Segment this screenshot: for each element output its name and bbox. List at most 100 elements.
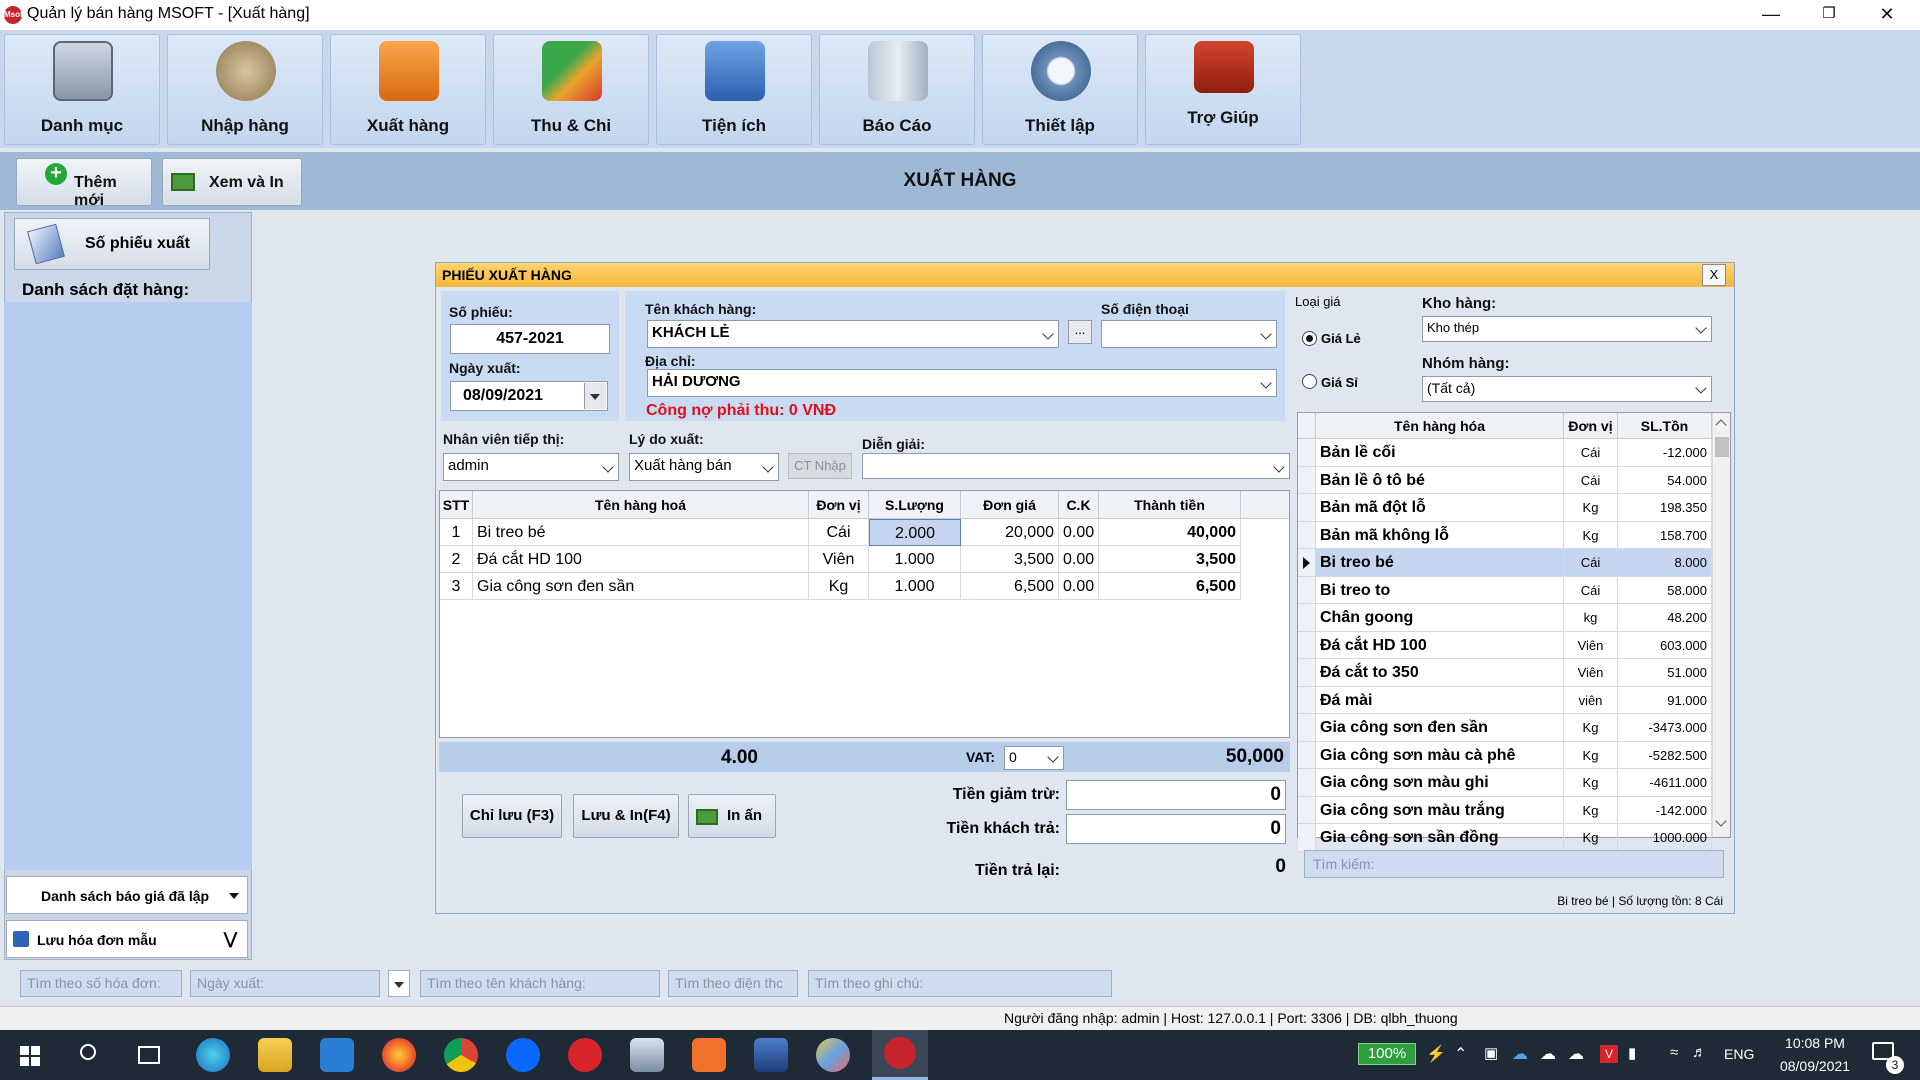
export-date-field[interactable]: 08/09/2021 xyxy=(450,381,608,411)
table-cell[interactable]: Bi treo bé xyxy=(473,519,809,546)
table-cell[interactable]: 0.00 xyxy=(1059,519,1099,546)
product-cell[interactable]: 198.350 xyxy=(1618,494,1712,522)
date-dropdown-button[interactable] xyxy=(388,970,410,997)
paid-field[interactable]: 0 xyxy=(1066,814,1286,844)
chrome-icon[interactable] xyxy=(444,1038,478,1072)
print-button[interactable]: In ấn xyxy=(688,794,776,838)
product-cell[interactable]: 91.000 xyxy=(1618,686,1712,714)
ribbon-thiet-lap-button[interactable]: Thiết lập xyxy=(982,34,1138,145)
battery-icon[interactable]: ▮ xyxy=(1628,1044,1636,1062)
row-indicator[interactable] xyxy=(1298,714,1316,742)
product-cell[interactable]: Viên xyxy=(1564,659,1618,687)
quotes-dropdown[interactable]: Danh sách báo giá đã lập xyxy=(6,876,248,914)
product-cell[interactable]: Cái xyxy=(1564,576,1618,604)
vtv-icon[interactable]: V xyxy=(1600,1045,1618,1063)
so-phieu-xuat-button[interactable]: Số phiếu xuất xyxy=(14,218,210,270)
product-cell[interactable]: Bản lề cối xyxy=(1316,439,1564,467)
clock-time[interactable]: 10:08 PM xyxy=(1772,1035,1858,1051)
save-template-button[interactable]: Lưu hóa đơn mẫu ⋁ xyxy=(6,920,248,958)
volume-icon[interactable]: ♬ xyxy=(1692,1044,1707,1061)
product-cell[interactable]: -142.000 xyxy=(1618,796,1712,824)
product-cell[interactable]: Cái xyxy=(1564,439,1618,467)
row-indicator[interactable] xyxy=(1298,824,1316,852)
product-cell[interactable]: 58.000 xyxy=(1618,576,1712,604)
price-wholesale-radio[interactable] xyxy=(1302,374,1317,389)
edge-icon[interactable] xyxy=(196,1038,230,1072)
product-cell[interactable]: Kg xyxy=(1564,714,1618,742)
phone-select[interactable] xyxy=(1101,320,1277,348)
dialog-close-button[interactable]: X xyxy=(1702,264,1726,286)
product-cell[interactable]: Gia công sơn màu trắng xyxy=(1316,796,1564,824)
product-cell[interactable]: Kg xyxy=(1564,796,1618,824)
row-indicator[interactable] xyxy=(1298,576,1316,604)
battery-badge[interactable]: 100% xyxy=(1358,1043,1416,1065)
row-indicator[interactable] xyxy=(1298,659,1316,687)
ribbon-bao-cao-button[interactable]: Báo Cáo xyxy=(819,34,975,145)
table-cell[interactable]: 6,500 xyxy=(961,573,1059,600)
row-indicator[interactable] xyxy=(1298,631,1316,659)
product-cell[interactable]: Gia công sơn đen sần xyxy=(1316,714,1564,742)
pc-icon[interactable] xyxy=(754,1038,788,1072)
product-cell[interactable]: Gia công sơn màu cà phê xyxy=(1316,741,1564,769)
dx-icon[interactable] xyxy=(568,1038,602,1072)
close-window-button[interactable]: ✕ xyxy=(1858,0,1916,30)
product-cell[interactable]: Đá cắt HD 100 xyxy=(1316,631,1564,659)
product-cell[interactable]: Cái xyxy=(1564,549,1618,577)
customer-more-button[interactable]: ... xyxy=(1068,320,1092,344)
product-cell[interactable]: 1000.000 xyxy=(1618,824,1712,852)
ribbon-tien-ich-button[interactable]: Tiện ích xyxy=(656,34,812,145)
table-cell[interactable]: Đá cắt HD 100 xyxy=(473,546,809,573)
table-cell[interactable]: 1.000 xyxy=(869,546,961,573)
msoft-taskbar-button[interactable] xyxy=(872,1030,928,1080)
chevron-up-icon[interactable]: ⌃ xyxy=(1454,1044,1467,1064)
product-cell[interactable]: Gia công sơn màu ghi xyxy=(1316,769,1564,797)
xampp-icon[interactable] xyxy=(692,1038,726,1072)
product-cell[interactable]: Cái xyxy=(1564,466,1618,494)
search-date-input[interactable]: Ngày xuất: xyxy=(190,970,380,997)
table-cell[interactable]: Viên xyxy=(809,546,869,573)
table-cell[interactable]: 3,500 xyxy=(961,546,1059,573)
product-cell[interactable]: Kg xyxy=(1564,494,1618,522)
ct-nhap-button[interactable]: CT Nhập xyxy=(788,453,852,479)
product-cell[interactable]: Đá mài xyxy=(1316,686,1564,714)
note-select[interactable] xyxy=(862,453,1290,479)
row-indicator[interactable] xyxy=(1298,741,1316,769)
zalo-icon[interactable] xyxy=(506,1038,540,1072)
table-cell[interactable]: 20,000 xyxy=(961,519,1059,546)
table-cell[interactable]: 0.00 xyxy=(1059,546,1099,573)
scroll-up-icon[interactable] xyxy=(1715,419,1727,431)
search-phone-input[interactable]: Tìm theo điện thc xyxy=(668,970,798,997)
product-cell[interactable]: Kg xyxy=(1564,741,1618,769)
row-indicator[interactable] xyxy=(1298,549,1316,577)
product-cell[interactable]: Gia công sơn sần đồng xyxy=(1316,824,1564,852)
scroll-thumb[interactable] xyxy=(1715,437,1729,457)
row-indicator[interactable] xyxy=(1298,439,1316,467)
product-cell[interactable]: -4611.000 xyxy=(1618,769,1712,797)
paint-icon[interactable] xyxy=(816,1038,850,1072)
ribbon-danh-muc-button[interactable]: Danh mục xyxy=(4,34,160,145)
row-indicator[interactable] xyxy=(1298,769,1316,797)
product-cell[interactable]: 54.000 xyxy=(1618,466,1712,494)
language-indicator[interactable]: ENG xyxy=(1724,1046,1754,1062)
cloud-upload-icon[interactable]: ☁ xyxy=(1568,1044,1584,1064)
vat-select[interactable]: 0 xyxy=(1004,746,1064,770)
clock-date[interactable]: 08/09/2021 xyxy=(1772,1058,1858,1074)
minimize-button[interactable]: — xyxy=(1742,0,1800,30)
scrollbar[interactable] xyxy=(1712,413,1730,837)
file-explorer-icon[interactable] xyxy=(258,1038,292,1072)
device-icon[interactable]: ▣ xyxy=(1484,1044,1498,1062)
search-customer-input[interactable]: Tìm theo tên khách hàng: xyxy=(420,970,660,997)
search-icon[interactable] xyxy=(80,1044,96,1060)
onedrive-icon[interactable]: ☁ xyxy=(1512,1044,1528,1064)
product-cell[interactable]: Kg xyxy=(1564,769,1618,797)
row-indicator[interactable] xyxy=(1298,686,1316,714)
reason-select[interactable]: Xuất hàng bán xyxy=(629,453,779,481)
product-cell[interactable]: kg xyxy=(1564,604,1618,632)
ribbon-tro-giup-button[interactable]: Trợ Giúp xyxy=(1145,34,1301,145)
save-print-button[interactable]: Lưu & In(F4) xyxy=(573,794,679,838)
task-view-icon[interactable] xyxy=(138,1046,160,1064)
invoice-number-field[interactable]: 457-2021 xyxy=(450,324,610,354)
table-cell-selected[interactable]: 2.000 xyxy=(869,519,961,546)
ribbon-nhap-hang-button[interactable]: Nhập hàng xyxy=(167,34,323,145)
product-cell[interactable]: Bản mã đột lỗ xyxy=(1316,494,1564,522)
